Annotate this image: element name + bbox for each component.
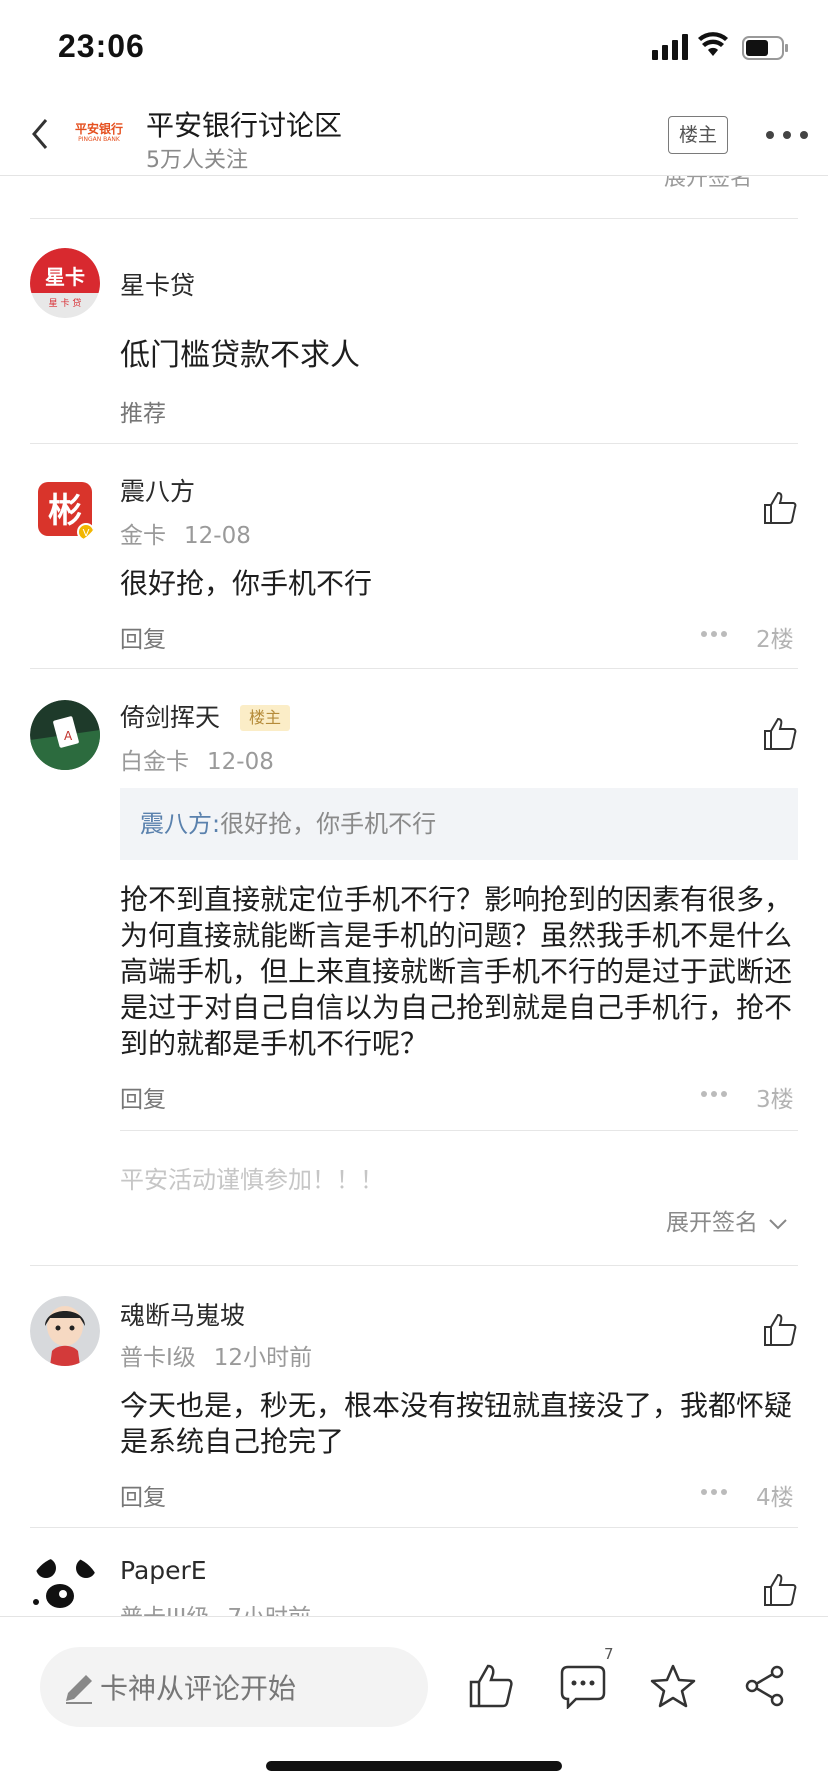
- username[interactable]: 倚剑挥天 楼主: [120, 698, 291, 734]
- chevron-down-icon: [769, 1218, 787, 1229]
- comment-time: 12小时前: [213, 1345, 313, 1371]
- svg-text:星 卡 贷: 星 卡 贷: [49, 297, 82, 309]
- comment-time: 12-08: [184, 523, 251, 549]
- more-dots-icon[interactable]: [700, 1090, 728, 1098]
- quoted-text: 很好抢，你手机不行: [220, 810, 437, 838]
- sponsored-tag: 推荐: [120, 401, 166, 427]
- comment-meta: 普卡I级 12小时前: [120, 1338, 330, 1372]
- like-icon[interactable]: [762, 716, 798, 752]
- divider: [30, 1265, 798, 1266]
- expand-signature-label[interactable]: 展开签名: [666, 1210, 758, 1236]
- comment-content: 今天也是，秒无，根本没有按钮就直接没了，我都怀疑是系统自己抢完了: [120, 1389, 793, 1458]
- user-signature: 平安活动谨慎参加！！！: [120, 1166, 384, 1194]
- home-indicator: [266, 1761, 562, 1771]
- svg-text:A: A: [64, 729, 73, 743]
- comment-placeholder[interactable]: 卡神从评论开始: [100, 1667, 296, 1707]
- page-title[interactable]: 平安银行讨论区: [146, 104, 342, 144]
- expand-signature-button[interactable]: 展开签名: [666, 1203, 788, 1237]
- user-level: 普卡I级: [120, 1345, 196, 1371]
- comment-content: 很好抢，你手机不行: [120, 567, 373, 600]
- like-icon[interactable]: [762, 1312, 798, 1348]
- user-level: 金卡: [120, 523, 166, 549]
- nav-bar: 平安银行 PINGAN BANK 平安银行讨论区 5万人关注 楼主: [0, 92, 828, 176]
- reply-button[interactable]: 回复: [120, 620, 166, 654]
- quoted-username[interactable]: 震八方:: [140, 810, 220, 838]
- floor-number: 2楼: [756, 627, 794, 653]
- comment-meta: 金卡 12-08: [120, 516, 269, 550]
- divider: [30, 218, 798, 219]
- reply-button[interactable]: 回复: [120, 1080, 166, 1114]
- status-bar: 23:06: [0, 0, 828, 92]
- svg-text:彬: 彬: [48, 491, 82, 531]
- user-avatar-seal-icon: 彬 V: [30, 474, 100, 544]
- svg-text:V: V: [83, 528, 90, 539]
- user-avatar-cartoon-icon: [30, 1296, 100, 1366]
- bank-logo: 平安银行 PINGAN BANK: [74, 122, 124, 146]
- pencil-icon: [66, 1675, 92, 1704]
- owner-badge: 楼主: [240, 705, 291, 731]
- status-time: 23:06: [58, 28, 145, 64]
- floor-number: 4楼: [756, 1485, 794, 1511]
- battery-icon: [742, 36, 788, 60]
- avatar[interactable]: 彬 V: [30, 474, 100, 544]
- like-icon[interactable]: [762, 1572, 798, 1608]
- like-icon[interactable]: [468, 1663, 514, 1709]
- comment-icon[interactable]: [560, 1663, 606, 1709]
- follower-count: 5万人关注: [146, 148, 248, 173]
- floor-number: 3楼: [756, 1087, 794, 1113]
- comment-count-badge: 7: [604, 1645, 614, 1663]
- comment-content: 抢不到直接就定位手机不行？影响抢到的因素有很多，为何直接就能断言是手机的问题？虽…: [120, 883, 793, 1060]
- user-avatar-cards-icon: A: [30, 700, 100, 770]
- svg-text:星卡: 星卡: [45, 265, 85, 289]
- comment-meta: 白金卡 12-08: [120, 742, 292, 776]
- owner-only-button[interactable]: 楼主: [668, 116, 728, 154]
- username-text[interactable]: 倚剑挥天: [120, 703, 220, 732]
- divider: [120, 1130, 798, 1131]
- reply-button[interactable]: 回复: [120, 1478, 166, 1512]
- avatar[interactable]: [30, 1296, 100, 1366]
- share-icon[interactable]: [742, 1663, 788, 1709]
- logo-en: PINGAN BANK: [78, 136, 120, 143]
- avatar[interactable]: A: [30, 700, 100, 770]
- quoted-reply[interactable]: 震八方:很好抢，你手机不行: [120, 788, 798, 860]
- cellular-signal-icon: [652, 34, 688, 60]
- logo-cn: 平安银行: [74, 122, 123, 136]
- divider: [30, 1527, 798, 1528]
- bottom-bar: 卡神从评论开始 7: [0, 1616, 828, 1792]
- username[interactable]: 魂断马嵬坡: [120, 1296, 245, 1332]
- like-icon[interactable]: [762, 490, 798, 526]
- divider: [30, 668, 798, 669]
- back-icon[interactable]: [26, 114, 56, 154]
- xingkadai-logo-icon: 星卡 星 卡 贷: [30, 248, 100, 318]
- divider: [30, 443, 798, 444]
- star-icon[interactable]: [650, 1663, 696, 1709]
- more-dots-icon[interactable]: [700, 1488, 728, 1496]
- username[interactable]: 震八方: [120, 472, 195, 508]
- more-dots-icon[interactable]: [700, 630, 728, 638]
- ad-content[interactable]: 低门槛贷款不求人: [120, 338, 796, 374]
- user-level: 白金卡: [120, 749, 189, 775]
- comment-input[interactable]: 卡神从评论开始: [40, 1647, 428, 1727]
- comment-time: 12-08: [207, 749, 274, 775]
- wifi-icon: [698, 32, 728, 56]
- ad-name[interactable]: 星卡贷: [120, 266, 195, 302]
- username[interactable]: PaperE: [120, 1556, 207, 1585]
- more-icon[interactable]: [765, 130, 809, 140]
- avatar[interactable]: 星卡 星 卡 贷: [30, 248, 100, 318]
